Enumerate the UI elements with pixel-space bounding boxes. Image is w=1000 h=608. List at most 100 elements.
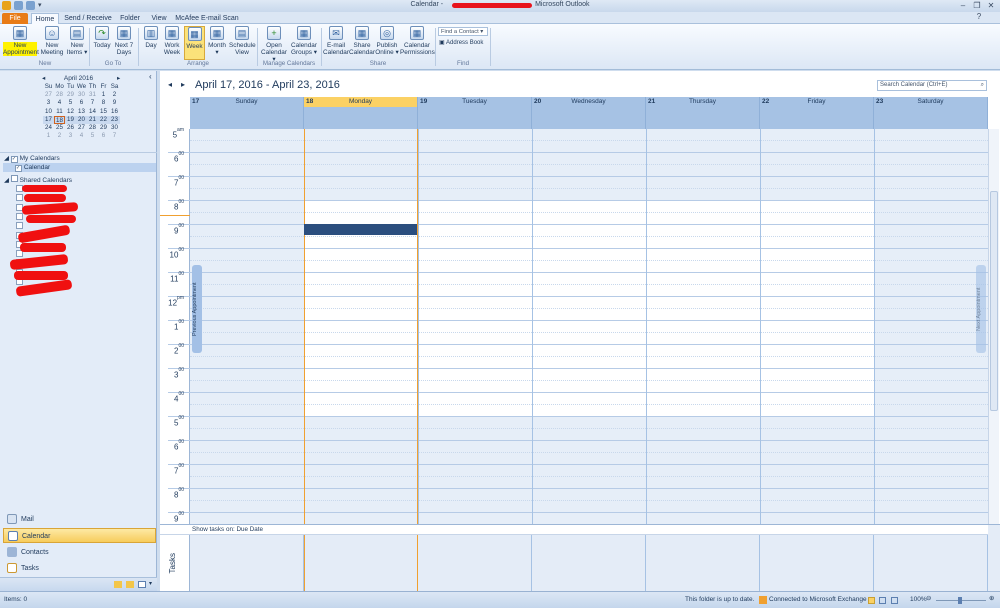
today-button[interactable]: ↷ Today <box>92 26 112 49</box>
layout-view-icon[interactable] <box>891 597 898 604</box>
maximize-button[interactable]: ❐ <box>970 1 984 11</box>
time-slot-row[interactable] <box>190 285 988 297</box>
mini-calendar-day[interactable]: 1 <box>98 91 109 99</box>
mini-calendar-day[interactable]: 29 <box>98 124 109 132</box>
mini-calendar-day[interactable]: 26 <box>65 124 76 132</box>
mini-calendar-day[interactable]: 16 <box>109 108 120 116</box>
time-slot-row[interactable] <box>190 261 988 273</box>
time-slot-row[interactable] <box>190 357 988 369</box>
configure-buttons-icon[interactable]: ▾ <box>149 580 152 587</box>
mini-calendar-day[interactable]: 24 <box>43 124 54 132</box>
mini-calendar-day[interactable]: 30 <box>109 124 120 132</box>
my-calendars-group[interactable]: ◢ ✓ My Calendars <box>4 154 60 163</box>
month-button[interactable]: ▦ Month ▾ <box>207 26 227 56</box>
mini-calendar-day[interactable]: 5 <box>65 99 76 107</box>
mini-calendar-day[interactable]: 25 <box>54 124 65 132</box>
mini-calendar-day[interactable]: 28 <box>54 91 65 99</box>
nav-contacts[interactable]: Contacts <box>3 545 156 560</box>
back-arrow-icon[interactable]: ◂ <box>168 80 172 89</box>
mini-calendar-day[interactable]: 18 <box>54 115 65 124</box>
forward-arrow-icon[interactable]: ▸ <box>181 80 185 89</box>
mini-calendar-day[interactable]: 6 <box>76 99 87 107</box>
time-slot-row[interactable] <box>190 297 988 309</box>
time-slot-row[interactable] <box>190 477 988 489</box>
mini-calendar-day[interactable]: 11 <box>54 108 65 116</box>
tab-send-receive[interactable]: Send / Receive <box>62 13 114 24</box>
task-day-column[interactable] <box>646 535 760 592</box>
tab-folder[interactable]: Folder <box>116 13 144 24</box>
task-day-column[interactable] <box>760 535 874 592</box>
previous-appointment-button[interactable]: Previous Appointment <box>192 265 202 353</box>
mini-calendar-day[interactable]: 27 <box>43 91 54 99</box>
day-header-sunday[interactable]: 17 Sunday <box>190 97 304 129</box>
address-book-button[interactable]: ▣ Address Book <box>439 39 483 46</box>
mini-calendar-day[interactable]: 29 <box>65 91 76 99</box>
mini-calendar-day[interactable]: 3 <box>65 132 76 140</box>
next-month-icon[interactable]: ▸ <box>117 74 120 83</box>
task-day-column[interactable] <box>304 535 418 592</box>
time-slot-row[interactable] <box>190 129 988 141</box>
time-slot-row[interactable] <box>190 165 988 177</box>
calendar-grid[interactable] <box>190 129 988 524</box>
task-day-column[interactable] <box>418 535 532 592</box>
shared-calendars-group[interactable]: ◢ Shared Calendars <box>4 175 72 184</box>
mini-calendar-day[interactable]: 15 <box>98 108 109 116</box>
time-slot-row[interactable] <box>190 177 988 189</box>
time-slot-row[interactable] <box>190 453 988 465</box>
shared-calendar-checkbox[interactable] <box>16 194 23 202</box>
day-header-thursday[interactable]: 21 Thursday <box>646 97 760 129</box>
day-header-monday[interactable]: 18 Monday <box>304 97 418 129</box>
mini-calendar-day[interactable]: 9 <box>109 99 120 107</box>
open-calendar-button[interactable]: + Open Calendar ▾ <box>260 26 288 63</box>
find-contact-input[interactable]: Find a Contact ▾ <box>438 27 488 36</box>
day-header-saturday[interactable]: 23 Saturday <box>874 97 988 129</box>
shortcuts-icon[interactable] <box>138 581 146 588</box>
time-slot-row[interactable] <box>190 141 988 153</box>
schedule-view-button[interactable]: ▤ Schedule View <box>229 26 256 56</box>
vertical-scrollbar[interactable] <box>988 129 999 524</box>
help-icon[interactable]: ? <box>972 12 986 22</box>
prev-month-icon[interactable]: ◂ <box>42 74 45 83</box>
search-icon[interactable]: ⌕ <box>981 81 984 90</box>
time-slot-row[interactable] <box>190 441 988 453</box>
day-header-wednesday[interactable]: 20 Wednesday <box>532 97 646 129</box>
mini-calendar-day[interactable]: 21 <box>87 115 98 124</box>
mini-calendar-day[interactable]: 5 <box>87 132 98 140</box>
zoom-out-icon[interactable]: ⊖ <box>926 594 931 602</box>
mini-calendar-day[interactable]: 30 <box>76 91 87 99</box>
week-button[interactable]: ▦ Week <box>184 26 205 60</box>
mini-calendar-day[interactable]: 20 <box>76 115 87 124</box>
tab-home[interactable]: Home <box>31 13 59 24</box>
mini-calendar-day[interactable]: 7 <box>109 132 120 140</box>
time-slot-row[interactable] <box>190 405 988 417</box>
mini-calendar-day[interactable]: 8 <box>98 99 109 107</box>
day-header-friday[interactable]: 22 Friday <box>760 97 874 129</box>
next-appointment-button[interactable]: Next Appointment <box>976 265 986 353</box>
show-tasks-bar[interactable]: Show tasks on: Due Date <box>160 525 988 535</box>
time-slot-row[interactable] <box>190 321 988 333</box>
tab-mcafee[interactable]: McAfee E-mail Scan <box>175 13 239 24</box>
zoom-in-icon[interactable]: ⊕ <box>989 594 994 602</box>
new-meeting-button[interactable]: ☺ New Meeting <box>40 26 64 56</box>
time-slot-row[interactable] <box>190 309 988 321</box>
time-slot-row[interactable] <box>190 369 988 381</box>
shared-calendar-checkbox[interactable] <box>16 222 23 230</box>
publish-online-button[interactable]: ◎ Publish Online ▾ <box>375 26 399 56</box>
time-slot-row[interactable] <box>190 153 988 165</box>
selected-time-slot[interactable] <box>304 224 417 235</box>
calendar-groups-button[interactable]: ▦ Calendar Groups ▾ <box>290 26 318 56</box>
new-items-button[interactable]: ▤ New Items ▾ <box>66 26 88 56</box>
day-button[interactable]: ▥ Day <box>142 26 160 49</box>
mini-calendar-day[interactable]: 3 <box>43 99 54 107</box>
task-day-column[interactable] <box>874 535 988 592</box>
time-slot-row[interactable] <box>190 201 988 213</box>
tab-file[interactable]: File <box>2 13 28 24</box>
zoom-slider-thumb[interactable] <box>958 597 962 604</box>
time-slot-row[interactable] <box>190 393 988 405</box>
shared-calendar-checkbox[interactable] <box>16 212 23 220</box>
mini-calendar-day[interactable]: 19 <box>65 115 76 124</box>
mini-calendar-day[interactable]: 27 <box>76 124 87 132</box>
mini-calendar-day[interactable]: 6 <box>98 132 109 140</box>
day-header-tuesday[interactable]: 19 Tuesday <box>418 97 532 129</box>
time-slot-row[interactable] <box>190 465 988 477</box>
